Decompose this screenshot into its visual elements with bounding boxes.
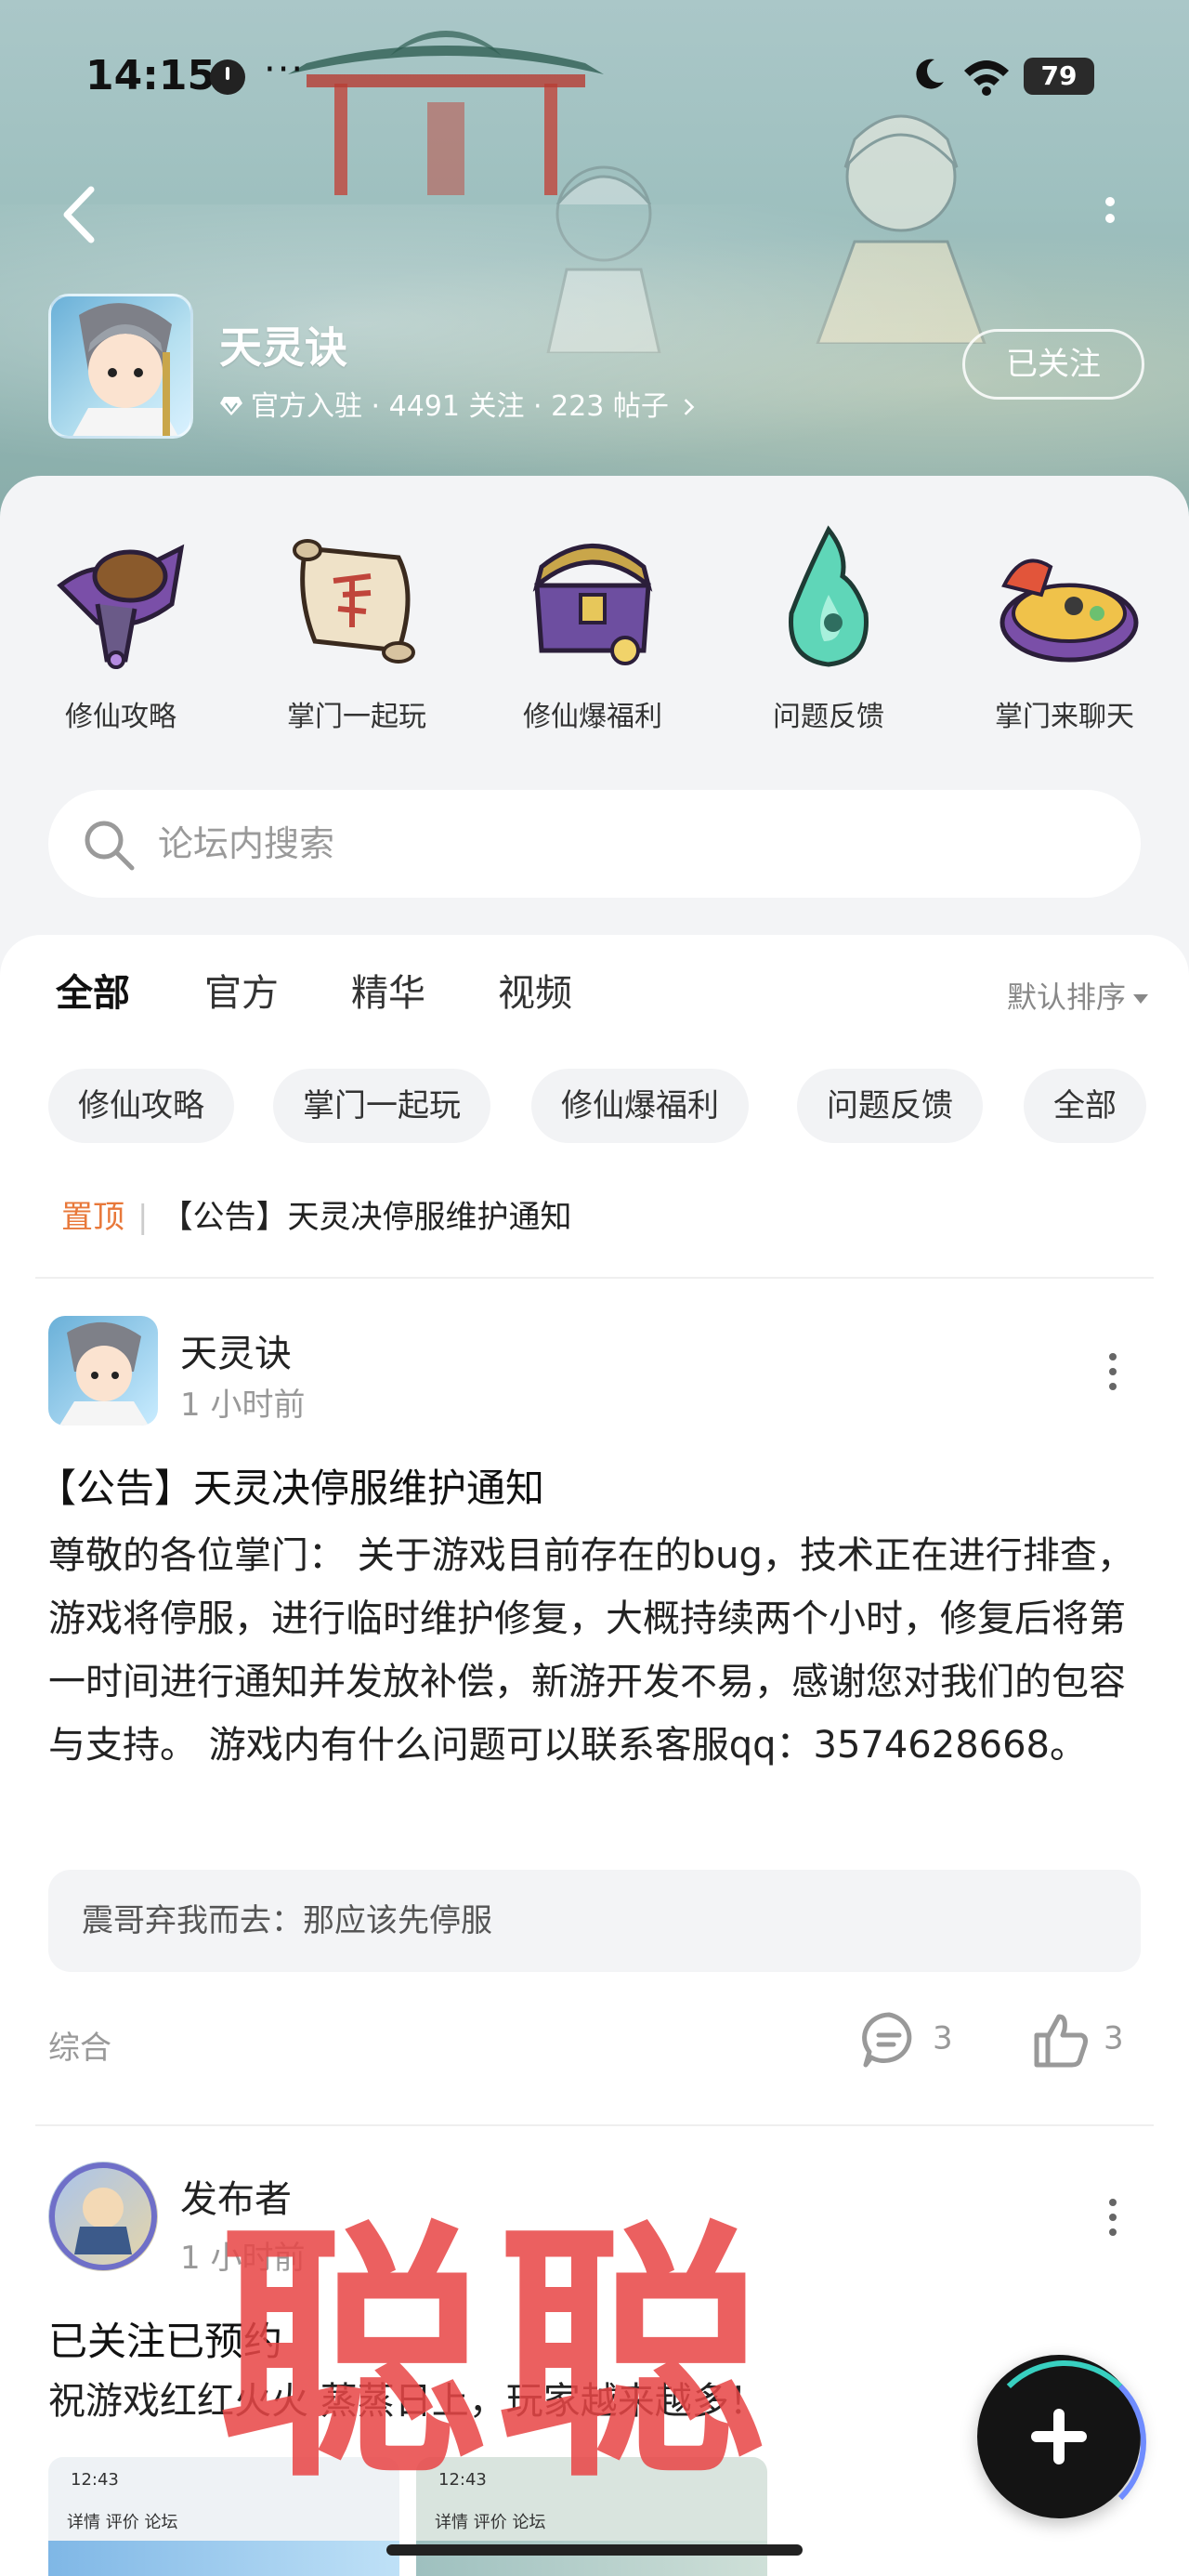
like-button[interactable]: 3 <box>1029 2009 1124 2070</box>
author-avatar[interactable] <box>48 2162 158 2271</box>
follower-count: 4491 关注 <box>388 390 525 423</box>
follow-button[interactable]: 已关注 <box>962 329 1144 400</box>
battery-indicator: 79 <box>1024 58 1094 95</box>
chip-play-together[interactable]: 掌门一起玩 <box>273 1069 490 1143</box>
treasure-chest-icon <box>532 544 653 665</box>
status-bar: 14:15 ··· 79 <box>0 0 1189 158</box>
category-chips: 修仙攻略 掌门一起玩 修仙爆福利 问题反馈 全部 <box>48 1069 1189 1143</box>
pinned-title: 【公告】天灵决停服维护通知 <box>161 1199 572 1236</box>
meta-separator: · <box>362 390 389 423</box>
watermark-overlay: 聪聪 <box>217 2201 775 2514</box>
search-icon <box>85 821 135 871</box>
comment-button[interactable]: 3 <box>858 2009 953 2070</box>
author-avatar-art <box>59 1321 149 1426</box>
author-avatar-art <box>49 2162 157 2270</box>
post-count: 223 帖子 <box>551 390 669 423</box>
alarm-clock-icon <box>210 59 245 95</box>
category-welfare[interactable]: 修仙爆福利 <box>490 520 695 743</box>
tab-all[interactable]: 全部 <box>56 963 130 1026</box>
sort-label: 默认排序 <box>1006 979 1126 1015</box>
forum-name: 天灵诀 <box>219 322 347 373</box>
forum-avatar-art <box>72 303 178 436</box>
divider <box>35 1277 1154 1279</box>
category-xiuxian-guide[interactable]: 修仙攻略 <box>19 520 223 743</box>
chip-feedback[interactable]: 问题反馈 <box>797 1069 983 1143</box>
chip-all[interactable]: 全部 <box>1024 1069 1146 1143</box>
category-label: 掌门来聊天 <box>995 701 1134 733</box>
thumbs-up-icon <box>1034 2014 1088 2068</box>
do-not-disturb-moon-icon <box>916 59 944 89</box>
author-avatar[interactable] <box>48 1316 158 1426</box>
top-comment[interactable]: 震哥弃我而去：那应该先停服 <box>48 1870 1141 1972</box>
status-more: ··· <box>264 48 306 91</box>
tab-featured[interactable]: 精华 <box>351 963 425 1017</box>
pinned-tag: 置顶 <box>61 1199 124 1236</box>
thumb-nav: 详情 评价 论坛 <box>67 2513 178 2532</box>
like-count: 3 <box>1104 2019 1124 2057</box>
tab-video[interactable]: 视频 <box>498 963 572 1017</box>
comment-count: 3 <box>933 2019 953 2057</box>
divider <box>35 2124 1154 2126</box>
more-vertical-icon[interactable] <box>1105 2195 1120 2241</box>
forum-search-bar[interactable] <box>48 790 1141 898</box>
thumb-time: 12:43 <box>71 2470 119 2490</box>
chevron-right-icon <box>685 399 695 415</box>
thumb-banner <box>48 2541 399 2576</box>
chip-guide[interactable]: 修仙攻略 <box>48 1069 234 1143</box>
post-time: 1 小时前 <box>180 1387 306 1424</box>
pinned-post[interactable]: 置顶 | 【公告】天灵决停服维护通知 <box>61 1191 571 1237</box>
home-indicator[interactable] <box>386 2544 803 2556</box>
post-title[interactable]: 【公告】天灵决停服维护通知 <box>37 1457 544 1514</box>
tab-official[interactable]: 官方 <box>204 963 279 1017</box>
more-vertical-icon[interactable] <box>1096 191 1124 237</box>
wifi-icon <box>964 60 1009 96</box>
chip-welfare[interactable]: 修仙爆福利 <box>531 1069 749 1143</box>
post-category-tag[interactable]: 综合 <box>48 2022 111 2068</box>
plus-icon-stem <box>1053 2409 1065 2464</box>
status-time: 14:15 <box>85 52 216 99</box>
verified-diamond-icon <box>220 397 242 415</box>
purple-lantern-icon <box>57 544 185 669</box>
category-label: 修仙爆福利 <box>523 701 662 733</box>
jade-flame-icon <box>789 525 869 667</box>
forum-meta[interactable]: 官方入驻 · 4491 关注 · 223 帖子 <box>219 383 696 424</box>
food-plate-icon <box>1000 559 1139 663</box>
category-label: 问题反馈 <box>773 701 884 733</box>
category-chat[interactable]: 掌门来聊天 <box>962 520 1167 743</box>
category-feedback[interactable]: 问题反馈 <box>726 520 931 743</box>
create-post-button[interactable] <box>977 2355 1146 2524</box>
forum-header: 天灵诀 官方入驻 · 4491 关注 · 223 帖子 已关注 <box>48 294 1144 442</box>
pinned-divider: | <box>137 1199 149 1236</box>
battle-scroll-icon <box>293 539 415 664</box>
category-label: 修仙攻略 <box>65 701 176 733</box>
search-input[interactable] <box>158 808 1087 879</box>
meta-separator-2: · <box>524 390 552 423</box>
official-badge: 官方入驻 <box>251 390 362 423</box>
comment-icon <box>862 2012 912 2068</box>
category-label: 掌门一起玩 <box>287 701 426 733</box>
more-vertical-icon[interactable] <box>1105 1349 1120 1396</box>
back-arrow-icon[interactable] <box>56 182 102 247</box>
category-play-together[interactable]: 掌门一起玩 <box>255 520 459 743</box>
caret-down-icon <box>1133 994 1148 1004</box>
category-shortcuts: 修仙攻略 掌门一起玩 修仙爆福利 问题反馈 掌门来聊天 <box>0 520 1189 743</box>
sort-dropdown[interactable]: 默认排序 <box>1007 974 1148 1017</box>
post-body[interactable]: 尊敬的各位掌门： 关于游戏目前存在的bug，技术正在进行排查，游戏将停服，进行临… <box>48 1524 1144 1777</box>
forum-avatar[interactable] <box>48 294 193 439</box>
author-name[interactable]: 天灵诀 <box>180 1323 292 1377</box>
